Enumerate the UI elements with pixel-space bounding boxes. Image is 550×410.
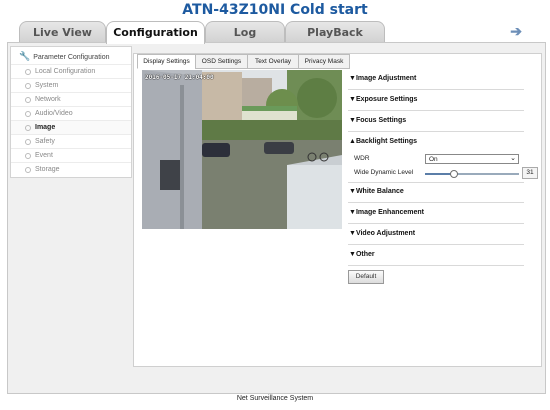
collapse-arrow-icon: ▼ xyxy=(349,251,356,258)
sidebar-item-safety[interactable]: Safety xyxy=(11,134,131,148)
sidebar-item-network[interactable]: Network xyxy=(11,92,131,106)
sidebar-item-system[interactable]: System xyxy=(11,78,131,92)
footer-text: Net Surveillance System xyxy=(236,395,314,402)
wrench-icon: 🔧 xyxy=(19,51,31,61)
section-exposure-settings[interactable]: ▼Exposure Settings xyxy=(348,91,524,111)
sidebar-item-event[interactable]: Event xyxy=(11,148,131,162)
main-panel: 🔧 Parameter Configuration Local Configura… xyxy=(7,42,546,394)
section-image-adjustment[interactable]: ▼Image Adjustment xyxy=(348,70,524,90)
video-osd-timestamp: 2016-05-17 21:04:00 xyxy=(145,74,214,81)
wdr-label: WDR xyxy=(354,155,370,162)
sidebar-item-image[interactable]: Image xyxy=(11,120,131,134)
collapse-arrow-icon: ▼ xyxy=(349,230,356,237)
section-image-enhancement[interactable]: ▼Image Enhancement xyxy=(348,204,524,224)
collapse-arrow-icon: ▼ xyxy=(349,188,356,195)
chevron-down-icon: ⌄ xyxy=(510,155,516,162)
camera-scene-image xyxy=(142,70,342,229)
settings-content: Display Settings OSD Settings Text Overl… xyxy=(133,53,542,367)
bullet-icon xyxy=(25,153,31,159)
bullet-icon xyxy=(25,97,31,103)
wdr-select[interactable]: On ⌄ xyxy=(425,154,519,164)
default-button[interactable]: Default xyxy=(348,270,384,284)
video-preview[interactable]: 2016-05-17 21:04:00 xyxy=(142,70,342,229)
sidebar-item-audio-video[interactable]: Audio/Video xyxy=(11,106,131,120)
tab-live-view[interactable]: Live View xyxy=(19,21,106,43)
subtab-text-overlay[interactable]: Text Overlay xyxy=(247,54,299,69)
section-focus-settings[interactable]: ▼Focus Settings xyxy=(348,112,524,132)
subtab-osd-settings[interactable]: OSD Settings xyxy=(195,54,248,69)
section-video-adjustment[interactable]: ▼Video Adjustment xyxy=(348,225,524,245)
bullet-icon xyxy=(25,111,31,117)
bullet-icon xyxy=(25,139,31,145)
collapse-arrow-icon: ▼ xyxy=(349,117,356,124)
wide-dynamic-level-slider[interactable] xyxy=(425,170,519,178)
bullet-icon xyxy=(25,69,31,75)
wdr-row: WDR On ⌄ xyxy=(348,153,524,167)
page-title: ATN-43Z10NI Cold start xyxy=(182,2,368,18)
sidebar: 🔧 Parameter Configuration Local Configura… xyxy=(10,46,132,178)
tab-log[interactable]: Log xyxy=(205,21,285,43)
collapse-arrow-icon: ▼ xyxy=(349,96,356,103)
tab-configuration[interactable]: Configuration xyxy=(106,21,205,44)
wide-dynamic-level-row: Wide Dynamic Level 31 xyxy=(348,167,538,183)
settings-panel: ▼Image Adjustment ▼Exposure Settings ▼Fo… xyxy=(348,70,538,284)
tab-playback[interactable]: PlayBack xyxy=(285,21,385,43)
sidebar-header: 🔧 Parameter Configuration xyxy=(19,51,110,61)
subtab-display-settings[interactable]: Display Settings xyxy=(137,54,196,69)
section-other[interactable]: ▼Other xyxy=(348,246,524,266)
collapse-arrow-icon: ▼ xyxy=(349,75,356,82)
collapse-arrow-icon: ▼ xyxy=(349,209,356,216)
bullet-icon xyxy=(25,167,31,173)
wide-dynamic-level-value: 31 xyxy=(522,167,538,179)
sidebar-item-local-configuration[interactable]: Local Configuration xyxy=(11,64,131,78)
sidebar-item-storage[interactable]: Storage xyxy=(11,162,131,176)
bullet-icon xyxy=(25,125,31,131)
subtab-privacy-mask[interactable]: Privacy Mask xyxy=(298,54,350,69)
section-backlight-settings[interactable]: ▲Backlight Settings xyxy=(348,133,524,152)
bullet-icon xyxy=(25,83,31,89)
section-white-balance[interactable]: ▼White Balance xyxy=(348,183,524,203)
slider-thumb[interactable] xyxy=(450,170,459,178)
arrow-right-icon[interactable]: ➔ xyxy=(510,23,522,40)
wide-dynamic-level-label: Wide Dynamic Level xyxy=(354,169,414,176)
main-tabs: Live View Configuration Log PlayBack ➔ xyxy=(7,21,544,44)
expand-arrow-icon: ▲ xyxy=(349,138,356,145)
